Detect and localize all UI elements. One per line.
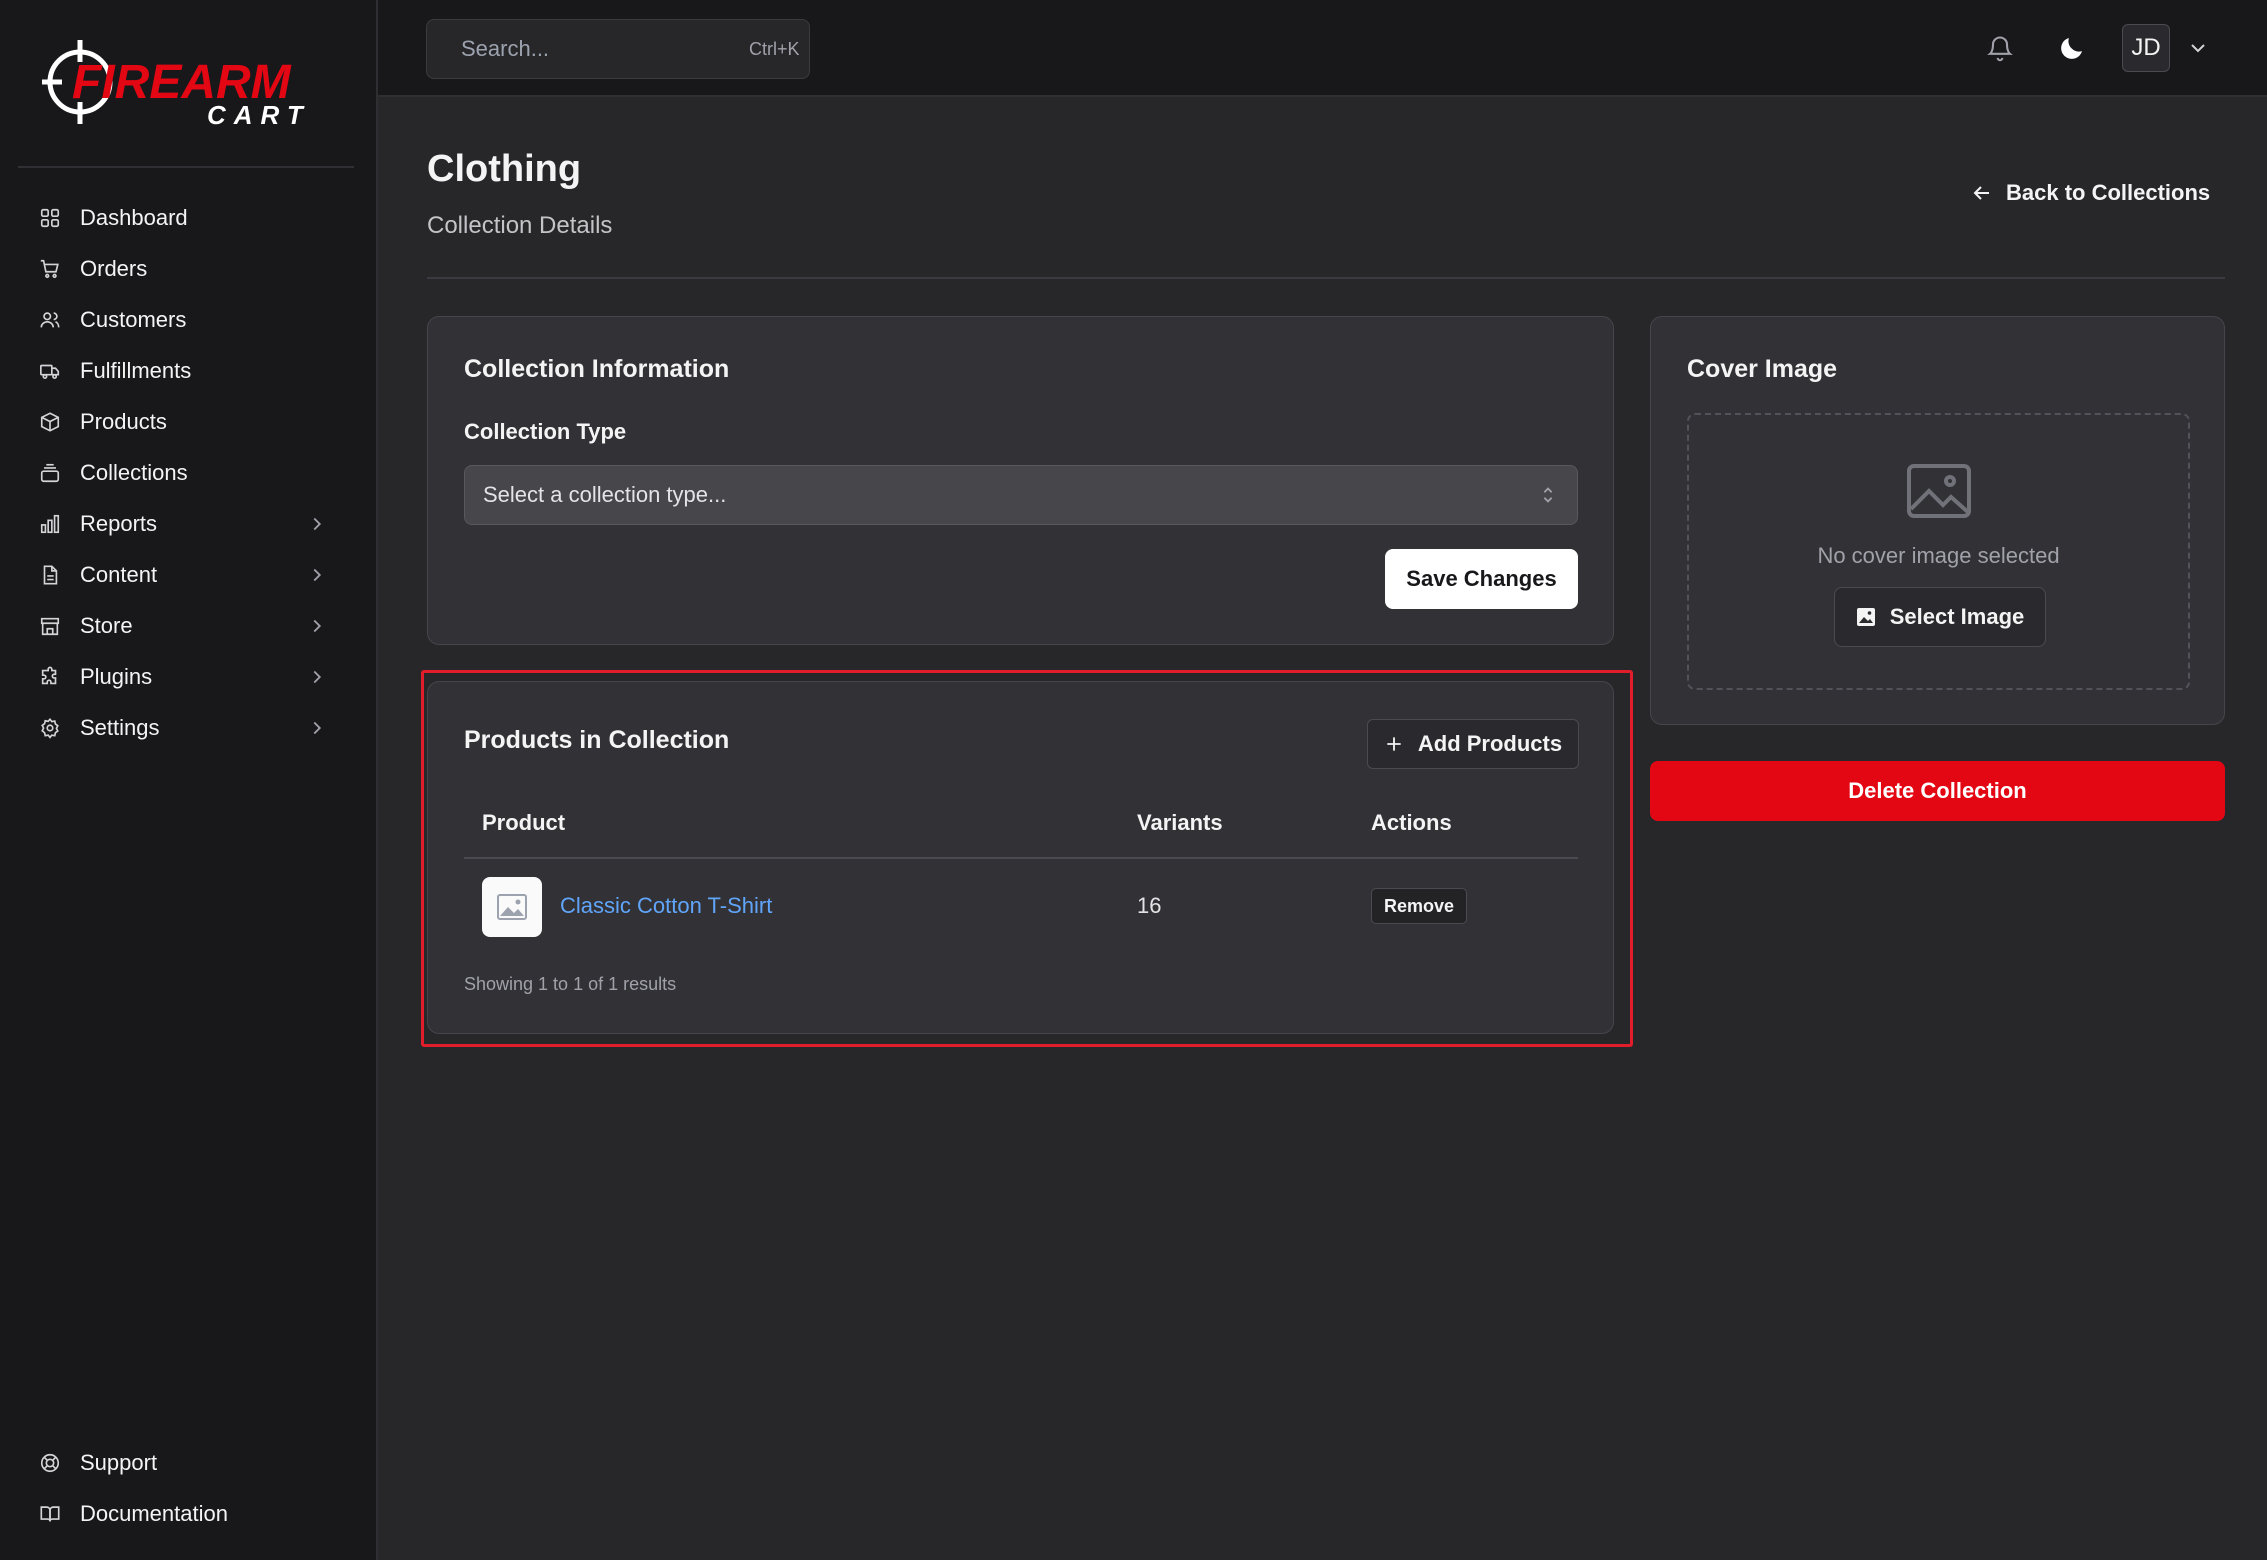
moon-icon xyxy=(2061,38,2082,59)
sidebar-divider xyxy=(18,166,354,168)
back-link-label: Back to Collections xyxy=(2006,180,2211,205)
sidebar-item-label: Collections xyxy=(80,459,188,485)
sidebar-item-reports[interactable]: Reports xyxy=(18,498,354,549)
sidebar-item-support[interactable]: Support xyxy=(18,1437,354,1488)
product-variants-count: 16 xyxy=(1137,893,1162,918)
user-avatar[interactable]: JD xyxy=(2122,24,2170,72)
sidebar-item-fulfillments[interactable]: Fulfillments xyxy=(18,345,354,396)
chevron-right-icon xyxy=(313,721,322,734)
collection-info-title: Collection Information xyxy=(464,355,730,383)
chevron-right-icon xyxy=(313,619,322,632)
notifications-button[interactable] xyxy=(1982,30,2018,66)
back-to-collections-link[interactable]: Back to Collections xyxy=(1970,180,2210,206)
sidebar-bottom-nav: Support Documentation xyxy=(18,1437,354,1539)
search-box[interactable]: Ctrl+K xyxy=(426,19,810,79)
sidebar-item-store[interactable]: Store xyxy=(18,600,354,651)
arrow-left-icon xyxy=(1973,186,1989,200)
column-header-actions: Actions xyxy=(1371,810,1452,835)
book-icon xyxy=(38,1502,62,1526)
collection-type-select[interactable]: Select a collection type... xyxy=(464,465,1578,525)
collection-type-label: Collection Type xyxy=(464,419,627,444)
bar-chart-icon xyxy=(38,512,62,536)
column-header-variants: Variants xyxy=(1137,810,1223,835)
no-cover-image-text: No cover image selected xyxy=(1817,543,2060,568)
sidebar-item-dashboard[interactable]: Dashboard xyxy=(18,192,354,243)
delete-collection-button[interactable]: Delete Collection xyxy=(1650,761,2225,821)
cover-image-title: Cover Image xyxy=(1687,355,1838,383)
remove-product-button[interactable]: Remove xyxy=(1371,888,1467,924)
topbar: Ctrl+K JD xyxy=(378,0,2267,97)
chevron-right-icon xyxy=(313,517,322,530)
sidebar-item-collections[interactable]: Collections xyxy=(18,447,354,498)
products-title: Products in Collection xyxy=(464,726,730,754)
chevron-right-icon xyxy=(313,568,322,581)
sidebar-item-products[interactable]: Products xyxy=(18,396,354,447)
box-icon xyxy=(38,410,62,434)
results-summary: Showing 1 to 1 of 1 results xyxy=(464,974,677,994)
sidebar-item-plugins[interactable]: Plugins xyxy=(18,651,354,702)
sidebar-item-label: Support xyxy=(80,1449,158,1475)
table-divider xyxy=(464,857,1578,859)
sidebar-item-label: Documentation xyxy=(80,1500,228,1526)
collection-type-placeholder: Select a collection type... xyxy=(483,482,727,507)
product-name-link[interactable]: Classic Cotton T-Shirt xyxy=(560,893,772,919)
sidebar-item-label: Content xyxy=(80,561,158,587)
lifebuoy-icon xyxy=(38,1451,62,1475)
sidebar-item-customers[interactable]: Customers xyxy=(18,294,354,345)
sidebar-item-label: Plugins xyxy=(80,663,153,689)
sidebar-item-label: Orders xyxy=(80,255,148,281)
sidebar-nav: Dashboard Orders Customers Fulfillments … xyxy=(18,192,354,753)
bell-icon xyxy=(1987,36,2013,62)
page-subtitle: Collection Details xyxy=(427,212,613,239)
collection-info-card: Collection Information Collection Type S… xyxy=(427,316,1614,645)
store-icon xyxy=(38,614,62,638)
product-thumbnail xyxy=(482,877,542,937)
add-products-button[interactable]: Add Products xyxy=(1367,719,1579,769)
sidebar-item-label: Fulfillments xyxy=(80,357,192,383)
chevron-up-down-icon xyxy=(1543,487,1553,503)
plus-icon xyxy=(1387,737,1401,751)
sidebar-item-orders[interactable]: Orders xyxy=(18,243,354,294)
sidebar-item-label: Store xyxy=(80,612,133,638)
select-image-button[interactable]: Select Image xyxy=(1834,587,2046,647)
gear-icon xyxy=(38,716,62,740)
image-icon xyxy=(1907,464,1971,518)
products-card: Products in Collection Add Products Prod… xyxy=(427,681,1614,1034)
cover-image-card: Cover Image No cover image selected Sele… xyxy=(1650,316,2225,725)
sidebar-item-settings[interactable]: Settings xyxy=(18,702,354,753)
header-divider xyxy=(427,277,2225,279)
search-input[interactable] xyxy=(461,36,749,62)
column-header-product: Product xyxy=(482,810,566,835)
sidebar-item-label: Customers xyxy=(80,306,187,332)
sidebar: FIREARM CART Dashboard Orders Customers … xyxy=(0,0,378,1560)
search-shortcut-hint: Ctrl+K xyxy=(749,38,800,59)
sidebar-item-content[interactable]: Content xyxy=(18,549,354,600)
sidebar-item-label: Settings xyxy=(80,714,160,740)
image-placeholder-icon xyxy=(497,894,527,920)
truck-icon xyxy=(38,359,62,383)
dashboard-icon xyxy=(38,206,62,230)
cover-image-dropzone[interactable]: No cover image selected Select Image xyxy=(1687,413,2190,690)
sidebar-item-label: Reports xyxy=(80,510,158,536)
page-title: Clothing xyxy=(427,148,582,190)
sidebar-item-label: Products xyxy=(80,408,167,434)
chevron-down-icon[interactable] xyxy=(2186,36,2210,60)
add-products-label: Add Products xyxy=(1417,731,1563,756)
theme-toggle-button[interactable] xyxy=(2054,30,2090,66)
image-icon xyxy=(1856,608,1875,626)
sidebar-item-documentation[interactable]: Documentation xyxy=(18,1488,354,1539)
sidebar-item-label: Dashboard xyxy=(80,204,188,230)
save-changes-button[interactable]: Save Changes xyxy=(1385,549,1578,609)
users-icon xyxy=(38,308,62,332)
chevron-right-icon xyxy=(313,670,322,683)
puzzle-icon xyxy=(38,665,62,689)
logo-word-bottom: CART xyxy=(207,100,311,128)
cart-icon xyxy=(38,257,62,281)
file-icon xyxy=(38,563,62,587)
select-image-label: Select Image xyxy=(1889,604,2025,629)
brand-logo[interactable]: FIREARM CART xyxy=(42,36,332,128)
layers-icon xyxy=(38,461,62,485)
